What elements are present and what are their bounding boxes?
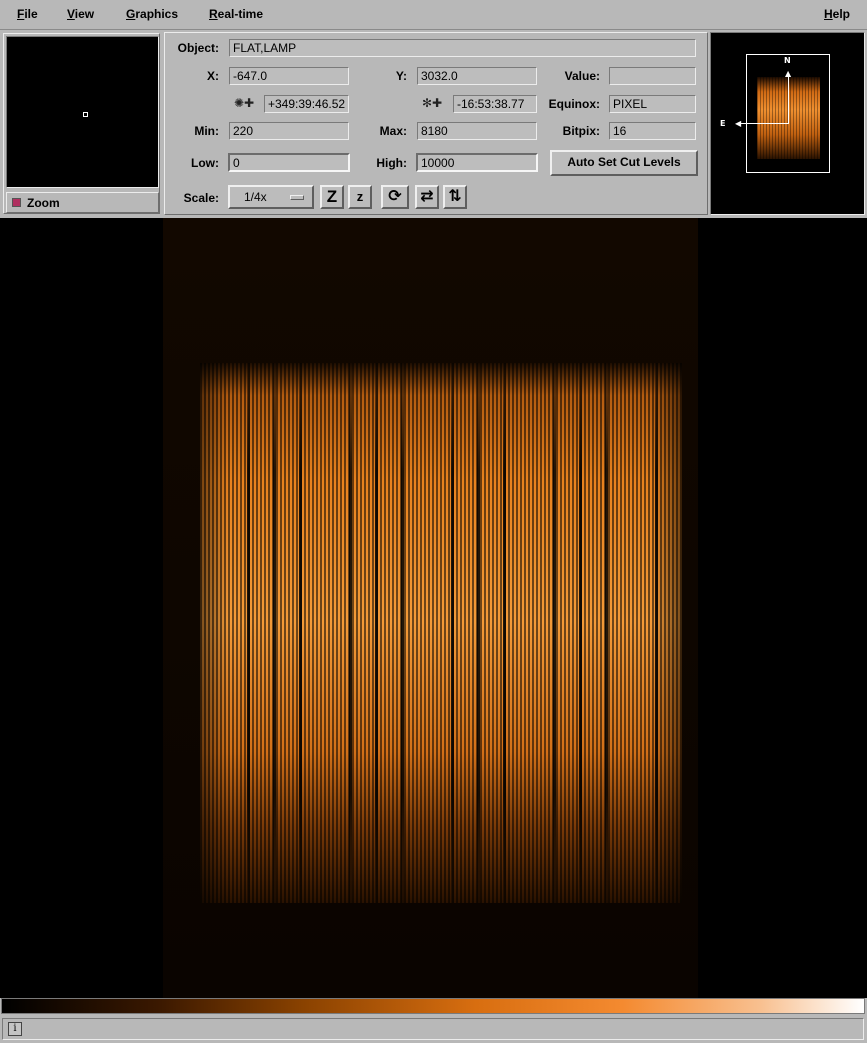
menu-graphics[interactable]: Graphics <box>126 7 178 21</box>
scale-menu-button[interactable]: 1/4x <box>228 185 314 209</box>
value-label: Value: <box>564 69 600 83</box>
ra-field: +349:39:46.52 <box>264 95 349 113</box>
fiber-gap <box>655 363 658 903</box>
flip-x-button[interactable]: ⇄ <box>415 185 439 209</box>
compass-east-line <box>738 123 789 124</box>
menubar: File View Graphics Real-time Help <box>0 0 867 30</box>
status-bar: i <box>2 1018 864 1040</box>
zoom-out-button[interactable]: z <box>348 185 372 209</box>
scale-menu-indicator-icon <box>290 195 304 200</box>
fiber-gap <box>247 363 250 903</box>
flip-y-icon: ⇅ <box>448 188 462 205</box>
zoom-label: Zoom <box>27 196 60 210</box>
zoom-checkbox[interactable] <box>12 198 21 207</box>
zoom-view[interactable] <box>6 36 159 188</box>
fiber-gap <box>579 363 582 903</box>
zoom-panel: Zoom <box>3 33 160 214</box>
menu-realtime[interactable]: Real-time <box>209 7 263 21</box>
fiber-gap <box>503 363 506 903</box>
compass-north-line <box>788 77 789 124</box>
fiber-gap <box>349 363 352 903</box>
rotate-icon: ⟳ <box>388 188 402 205</box>
fiber-gap <box>605 363 608 903</box>
menu-view[interactable]: View <box>67 7 94 21</box>
max-label: Max: <box>379 124 407 138</box>
pan-panel[interactable]: N E ▲ ◀ <box>710 32 865 215</box>
low-label: Low: <box>191 156 219 170</box>
bitpix-label: Bitpix: <box>562 124 600 138</box>
x-field: -647.0 <box>229 67 349 85</box>
fiber-gap <box>273 363 276 903</box>
zoom-toggle-button[interactable]: Zoom <box>6 192 159 213</box>
fiber-gap <box>299 363 302 903</box>
y-label: Y: <box>395 69 407 83</box>
menu-file[interactable]: File <box>17 7 38 21</box>
image-canvas[interactable] <box>0 218 867 998</box>
flip-x-icon: ⇄ <box>420 188 434 205</box>
auto-set-cut-levels-button[interactable]: Auto Set Cut Levels <box>550 150 698 176</box>
ra-icon: ✺✚ <box>234 96 255 110</box>
info-icon[interactable]: i <box>8 1022 22 1036</box>
compass-north-arrow-icon: ▲ <box>785 69 792 78</box>
zoom-out-icon: z <box>356 189 364 204</box>
equinox-label: Equinox: <box>548 97 600 111</box>
low-input[interactable]: 0 <box>228 153 350 172</box>
flip-y-button[interactable]: ⇅ <box>443 185 467 209</box>
fiber-gap <box>451 363 454 903</box>
min-label: Min: <box>194 124 219 138</box>
fiber-gap <box>477 363 480 903</box>
scale-label: Scale: <box>183 191 219 205</box>
zoom-in-icon: Z <box>326 187 338 206</box>
x-label: X: <box>207 69 219 83</box>
max-field: 8180 <box>417 122 537 140</box>
scale-value: 1/4x <box>244 190 267 204</box>
dec-icon: ✻✚ <box>422 96 443 110</box>
dec-field: -16:53:38.77 <box>453 95 537 113</box>
object-field: FLAT,LAMP <box>229 39 696 57</box>
rotate-button[interactable]: ⟳ <box>381 185 409 209</box>
zoom-cursor-marker <box>83 112 88 117</box>
menu-help[interactable]: Help <box>824 7 850 21</box>
min-field: 220 <box>229 122 349 140</box>
colorbar[interactable] <box>1 998 865 1014</box>
fiber-gap <box>553 363 556 903</box>
equinox-field: PIXEL <box>609 95 696 113</box>
compass-north-label: N <box>784 56 791 65</box>
zoom-in-button[interactable]: Z <box>320 185 344 209</box>
compass-east-arrow-icon: ◀ <box>735 119 742 128</box>
fiber-gap <box>401 363 404 903</box>
high-label: High: <box>376 156 407 170</box>
fiber-gap <box>375 363 378 903</box>
y-field: 3032.0 <box>417 67 537 85</box>
bitpix-field: 16 <box>609 122 696 140</box>
compass-east-label: E <box>720 119 726 128</box>
value-field <box>609 67 696 85</box>
high-input[interactable]: 10000 <box>416 153 538 172</box>
object-label: Object: <box>177 41 219 55</box>
